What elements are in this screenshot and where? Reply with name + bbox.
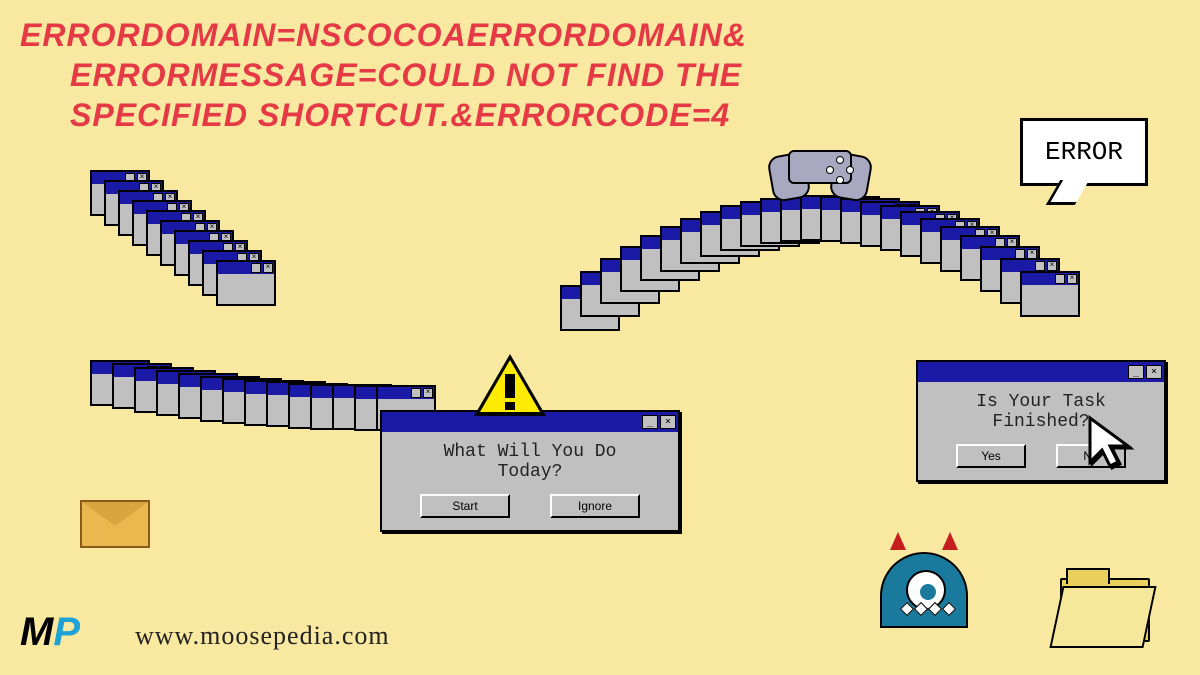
logo: MP xyxy=(20,610,80,655)
warning-icon xyxy=(474,354,546,416)
monster-icon xyxy=(880,540,968,628)
dialog1-body: What Will You Do Today? xyxy=(382,432,678,494)
headline-line3: SPECIFIED SHORTCUT.&ERRORCODE=4 xyxy=(70,95,747,135)
gamepad-icon xyxy=(770,146,870,200)
logo-p: P xyxy=(53,610,80,654)
envelope-icon xyxy=(80,500,150,548)
minimize-button[interactable]: _ xyxy=(1128,365,1144,379)
logo-m: M xyxy=(20,610,53,654)
dialog2-msg-l1: Is Your Task xyxy=(938,392,1144,412)
error-speech-bubble: ERROR xyxy=(1020,118,1148,186)
minimize-button[interactable]: _ xyxy=(642,415,658,429)
dialog2-titlebar: _ × xyxy=(918,362,1164,382)
dialog1-msg-l2: Today? xyxy=(402,462,658,482)
start-button[interactable]: Start xyxy=(420,494,510,518)
dialog1-msg-l1: What Will You Do xyxy=(402,442,658,462)
close-button[interactable]: × xyxy=(1146,365,1162,379)
website-url: www.moosepedia.com xyxy=(135,621,390,651)
yes-button[interactable]: Yes xyxy=(956,444,1026,468)
dialog-what-will-you-do: _ × What Will You Do Today? Start Ignore xyxy=(380,410,680,532)
folder-icon xyxy=(1060,578,1150,642)
headline-line1: ERRORDOMAIN=NSCOCOAERRORDOMAIN& xyxy=(20,15,747,55)
bubble-text: ERROR xyxy=(1045,137,1123,167)
close-button[interactable]: × xyxy=(660,415,676,429)
headline-text: ERRORDOMAIN=NSCOCOAERRORDOMAIN& ERRORMES… xyxy=(20,15,747,135)
ignore-button[interactable]: Ignore xyxy=(550,494,640,518)
headline-line2: ERRORMESSAGE=COULD NOT FIND THE xyxy=(70,55,747,95)
